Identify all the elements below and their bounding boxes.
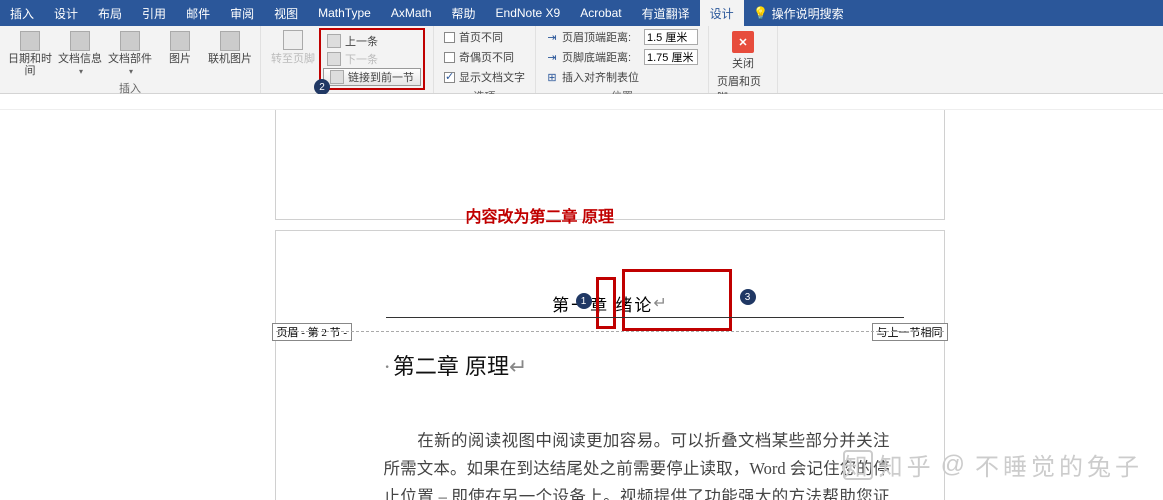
tab-design-hf[interactable]: 设计 bbox=[700, 0, 744, 26]
opt-first-diff[interactable]: 首页不同 bbox=[442, 28, 527, 46]
tab-ref[interactable]: 引用 bbox=[132, 0, 176, 26]
tab-insert[interactable]: 插入 bbox=[0, 0, 44, 26]
doc-paragraph[interactable]: 在新的阅读视图中阅读更加容易。可以折叠文档某些部分并关注所需文本。如果在到达结尾… bbox=[384, 427, 890, 500]
opt-odd-even[interactable]: 奇偶页不同 bbox=[442, 48, 527, 66]
tab-mail[interactable]: 邮件 bbox=[176, 0, 220, 26]
highlight-cursor bbox=[596, 277, 616, 329]
up-arrow-icon bbox=[327, 34, 341, 48]
header-tag-right: 与上一节相同 bbox=[872, 323, 948, 341]
tab-acrobat[interactable]: Acrobat bbox=[570, 0, 631, 26]
tab-axmath[interactable]: AxMath bbox=[381, 0, 442, 26]
down-arrow-icon bbox=[327, 52, 341, 66]
annotation-badge-3: 3 bbox=[740, 289, 756, 305]
nav-link-highlight: 上一条 下一条 链接到前一节 bbox=[319, 28, 425, 90]
document-area: 内容改为第二章 原理 1 第一章 绪论↵ 3 页眉 - 第 2 节 - 与上一节… bbox=[0, 94, 1163, 500]
annotation-badge-2: 2 bbox=[314, 79, 330, 95]
tab-layout[interactable]: 布局 bbox=[88, 0, 132, 26]
tab-mathtype[interactable]: MathType bbox=[308, 0, 381, 26]
tell-me-search[interactable]: 💡 操作说明搜索 bbox=[744, 0, 854, 26]
ribbon-panel: 日期和时间 文档信息 文档部件 图片 联机图片 插入 转至页脚 上一条 下一条 … bbox=[0, 26, 1163, 94]
close-icon: ✕ bbox=[732, 31, 754, 53]
tab-view[interactable]: 视图 bbox=[264, 0, 308, 26]
group-position: ⇥页眉顶端距离: ⇥页脚底端距离: ⊞插入对齐制表位 位置 bbox=[536, 26, 709, 93]
link-icon bbox=[330, 70, 344, 84]
btn-insert-align-tab[interactable]: ⊞插入对齐制表位 bbox=[544, 68, 700, 86]
btn-link-to-previous[interactable]: 链接到前一节 bbox=[323, 68, 421, 86]
header-region[interactable]: 1 第一章 绪论↵ 3 bbox=[276, 285, 944, 321]
ribbon-tabs: 插入 设计 布局 引用 邮件 审阅 视图 MathType AxMath 帮助 … bbox=[0, 0, 1163, 26]
checkbox-checked-icon bbox=[444, 72, 455, 83]
btn-docpart[interactable]: 文档部件 bbox=[108, 28, 152, 78]
btn-picture[interactable]: 图片 bbox=[158, 28, 202, 65]
btn-next-section[interactable]: 下一条 bbox=[323, 50, 421, 68]
btn-datetime[interactable]: 日期和时间 bbox=[8, 28, 52, 77]
tab-design1[interactable]: 设计 bbox=[44, 0, 88, 26]
tell-me-label: 操作说明搜索 bbox=[772, 5, 844, 22]
return-mark-icon: ↵ bbox=[509, 354, 527, 379]
docinfo-icon bbox=[70, 31, 90, 51]
input-footer-bot[interactable] bbox=[644, 49, 698, 65]
group-insert: 日期和时间 文档信息 文档部件 图片 联机图片 插入 bbox=[0, 26, 261, 93]
watermark: 知 知乎 @ 不睡觉的兔子 bbox=[843, 447, 1143, 482]
tick-icon: ⇥ bbox=[546, 51, 558, 64]
calendar-icon bbox=[20, 31, 40, 51]
lbl-header-top: 页眉顶端距离: bbox=[562, 29, 640, 45]
watermark-brand: 知乎 bbox=[879, 447, 935, 482]
checkbox-icon bbox=[444, 32, 455, 43]
docpart-icon bbox=[120, 31, 140, 51]
horizontal-ruler[interactable] bbox=[0, 94, 1163, 110]
annotation-text: 内容改为第二章 原理 bbox=[466, 203, 614, 227]
picture-icon bbox=[170, 31, 190, 51]
watermark-text: 不睡觉的兔子 bbox=[975, 447, 1143, 482]
group-options: 首页不同 奇偶页不同 显示文档文字 选项 bbox=[434, 26, 536, 93]
btn-prev-section[interactable]: 上一条 bbox=[323, 32, 421, 50]
align-tab-icon: ⊞ bbox=[546, 71, 558, 84]
tab-help[interactable]: 帮助 bbox=[442, 0, 486, 26]
group-nav: 转至页脚 上一条 下一条 链接到前一节 导航 2 bbox=[261, 26, 434, 93]
group-close: ✕ 关闭页眉和页脚 关闭 bbox=[709, 26, 778, 93]
btn-docinfo[interactable]: 文档信息 bbox=[58, 28, 102, 78]
tab-review[interactable]: 审阅 bbox=[220, 0, 264, 26]
lightbulb-icon: 💡 bbox=[754, 6, 768, 20]
tab-endnote[interactable]: EndNote X9 bbox=[486, 0, 571, 26]
opt-show-doc[interactable]: 显示文档文字 bbox=[442, 68, 527, 86]
highlight-header-text bbox=[622, 269, 732, 331]
btn-online-picture[interactable]: 联机图片 bbox=[208, 28, 252, 65]
doc-heading[interactable]: 第二章 原理↵ bbox=[384, 349, 944, 381]
checkbox-icon bbox=[444, 52, 455, 63]
annotation-badge-1: 1 bbox=[576, 293, 592, 309]
zhihu-logo-icon: 知 bbox=[843, 450, 873, 480]
header-boundary bbox=[276, 331, 944, 332]
header-underline bbox=[386, 317, 904, 318]
tick-icon: ⇥ bbox=[546, 31, 558, 44]
online-picture-icon bbox=[220, 31, 240, 51]
lbl-footer-bot: 页脚底端距离: bbox=[562, 49, 640, 65]
tab-youdao[interactable]: 有道翻译 bbox=[632, 0, 700, 26]
goto-footer-icon bbox=[283, 30, 303, 50]
watermark-author: @ bbox=[941, 451, 969, 479]
header-tag-left: 页眉 - 第 2 节 - bbox=[272, 323, 353, 341]
input-header-top[interactable] bbox=[644, 29, 698, 45]
btn-goto-footer[interactable]: 转至页脚 bbox=[269, 28, 317, 66]
